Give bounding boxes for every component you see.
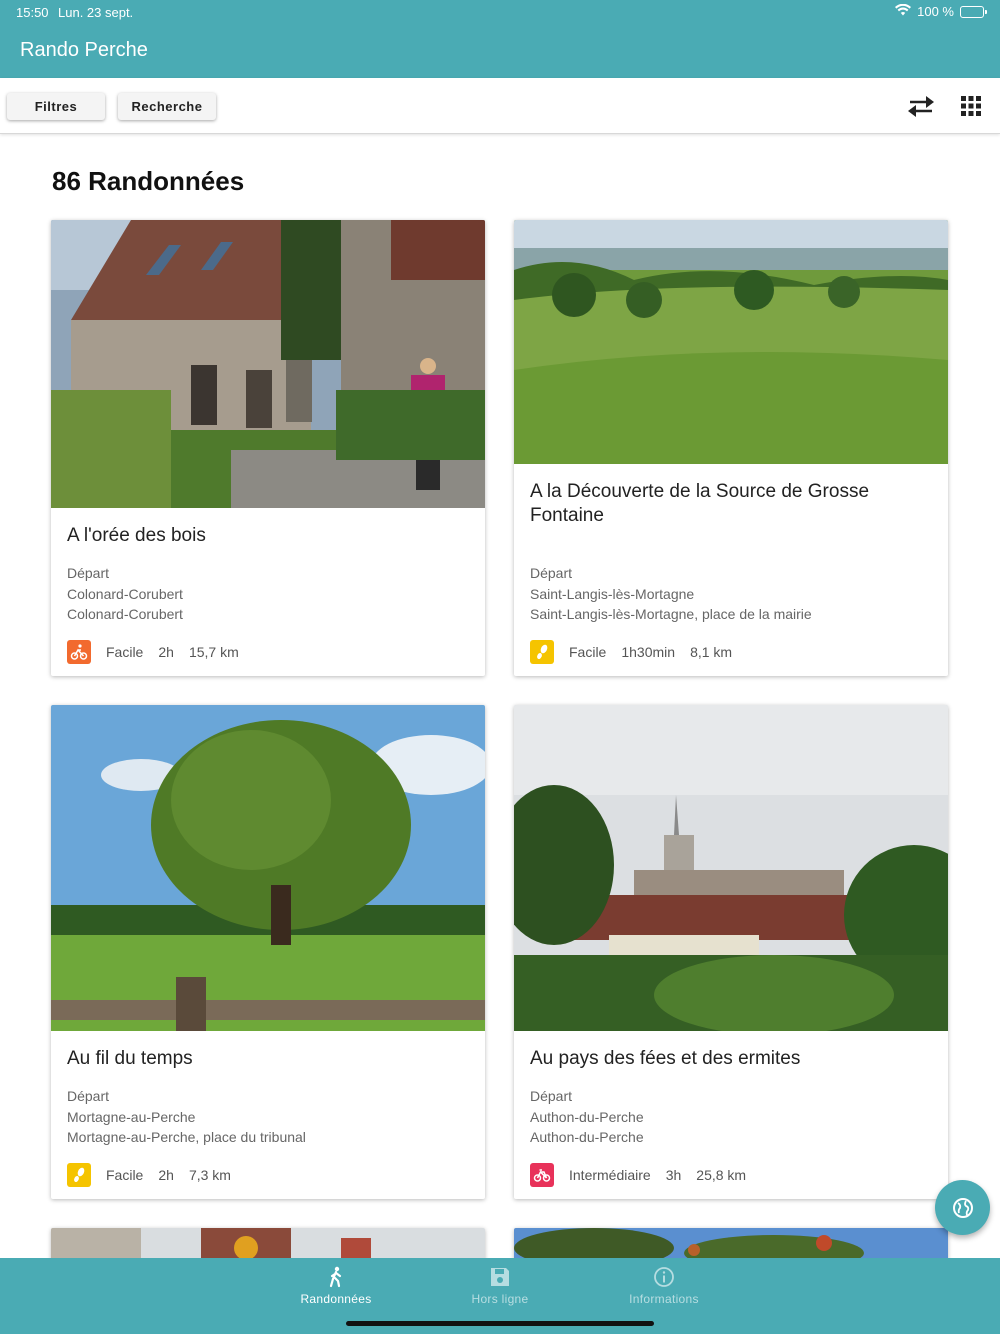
results-count-heading: 86 Randonnées bbox=[52, 166, 245, 196]
start-label: Départ bbox=[67, 1088, 110, 1104]
difficulty: Facile bbox=[569, 644, 607, 660]
duration: 1h30min bbox=[621, 644, 676, 660]
hike-start: Départ Mortagne-au-Perche Mortagne-au-Pe… bbox=[67, 1086, 306, 1148]
start-label: Départ bbox=[530, 1088, 573, 1104]
hike-stats: Intermédiaire 3h 25,8 km bbox=[530, 1163, 761, 1187]
swap-arrows-icon[interactable] bbox=[906, 92, 936, 120]
bicycle-icon bbox=[530, 1163, 554, 1187]
distance: 25,8 km bbox=[696, 1167, 747, 1183]
difficulty: Facile bbox=[106, 644, 144, 660]
footprint-icon bbox=[67, 1163, 91, 1187]
hiker-icon bbox=[329, 1266, 342, 1288]
filters-button[interactable]: Filtres bbox=[7, 93, 105, 120]
battery-percent: 100 % bbox=[917, 4, 954, 19]
hike-stats: Facile 2h 7,3 km bbox=[67, 1163, 246, 1187]
hike-title: Au pays des fées et des ermites bbox=[530, 1048, 801, 1069]
start-place: Authon-du-Perche bbox=[530, 1129, 644, 1145]
home-indicator bbox=[346, 1321, 654, 1326]
globe-button[interactable] bbox=[935, 1180, 990, 1235]
status-time: 15:50 bbox=[16, 5, 49, 20]
tab-randonnees[interactable]: Randonnées bbox=[276, 1266, 396, 1306]
start-label: Départ bbox=[530, 565, 573, 581]
distance: 7,3 km bbox=[188, 1167, 231, 1183]
start-town: Authon-du-Perche bbox=[530, 1108, 644, 1125]
hike-photo bbox=[514, 220, 948, 464]
status-date: Lun. 23 sept. bbox=[58, 5, 134, 20]
hike-card[interactable]: Au fil du temps Départ Mortagne-au-Perch… bbox=[51, 705, 485, 1199]
hike-card[interactable]: Au pays des fées et des ermites Départ A… bbox=[514, 705, 948, 1199]
start-town: Saint-Langis-lès-Mortagne bbox=[530, 585, 695, 602]
start-place: Mortagne-au-Perche, place du tribunal bbox=[67, 1129, 306, 1145]
tab-informations[interactable]: Informations bbox=[604, 1266, 724, 1306]
hike-title: A la Découverte de la Source de Grosse F… bbox=[530, 481, 870, 526]
start-place: Colonard-Corubert bbox=[67, 606, 183, 622]
globe-icon bbox=[952, 1197, 973, 1218]
hike-stats: Facile 2h 15,7 km bbox=[67, 640, 254, 664]
hike-photo bbox=[51, 705, 485, 1031]
mountain-bike-icon bbox=[67, 640, 91, 664]
app-title: Rando Perche bbox=[20, 39, 148, 61]
status-bar: 15:50 Lun. 23 sept. 100 % bbox=[0, 0, 1000, 24]
tab-label: Hors ligne bbox=[471, 1292, 529, 1306]
hike-card[interactable]: A la Découverte de la Source de Grosse F… bbox=[514, 220, 948, 676]
difficulty: Facile bbox=[106, 1167, 144, 1183]
info-icon bbox=[654, 1267, 674, 1287]
tab-label: Randonnées bbox=[300, 1292, 372, 1306]
grid-view-icon[interactable] bbox=[956, 92, 986, 120]
hike-start: Départ Authon-du-Perche Authon-du-Perche bbox=[530, 1086, 644, 1148]
wifi-icon bbox=[895, 3, 912, 19]
distance: 15,7 km bbox=[188, 644, 239, 660]
hike-title: A l'orée des bois bbox=[67, 525, 206, 546]
start-town: Colonard-Corubert bbox=[67, 585, 183, 602]
hike-photo bbox=[514, 705, 948, 1031]
tab-label: Informations bbox=[629, 1292, 699, 1306]
battery-icon bbox=[960, 5, 987, 18]
hike-stats: Facile 1h30min 8,1 km bbox=[530, 640, 747, 664]
start-town: Mortagne-au-Perche bbox=[67, 1108, 196, 1125]
hike-card[interactable]: A l'orée des bois Départ Colonard-Corube… bbox=[51, 220, 485, 676]
difficulty: Intermédiaire bbox=[569, 1167, 651, 1183]
toolbar: Filtres Recherche bbox=[0, 78, 1000, 134]
duration: 3h bbox=[665, 1167, 682, 1183]
hike-start: Départ Saint-Langis-lès-Mortagne Saint-L… bbox=[530, 563, 812, 625]
hike-start: Départ Colonard-Corubert Colonard-Corube… bbox=[67, 563, 183, 625]
footprint-icon bbox=[530, 640, 554, 664]
distance: 8,1 km bbox=[690, 644, 733, 660]
status-right: 100 % bbox=[895, 3, 987, 19]
start-place: Saint-Langis-lès-Mortagne, place de la m… bbox=[530, 606, 812, 622]
app-bar: 15:50 Lun. 23 sept. 100 % Rando Perche bbox=[0, 0, 1000, 78]
save-icon bbox=[491, 1268, 509, 1286]
start-label: Départ bbox=[67, 565, 110, 581]
tab-hors-ligne[interactable]: Hors ligne bbox=[440, 1266, 560, 1306]
duration: 2h bbox=[158, 1167, 174, 1183]
hike-title: Au fil du temps bbox=[67, 1048, 193, 1069]
hike-photo bbox=[51, 220, 485, 508]
search-button[interactable]: Recherche bbox=[118, 93, 216, 120]
duration: 2h bbox=[158, 644, 174, 660]
